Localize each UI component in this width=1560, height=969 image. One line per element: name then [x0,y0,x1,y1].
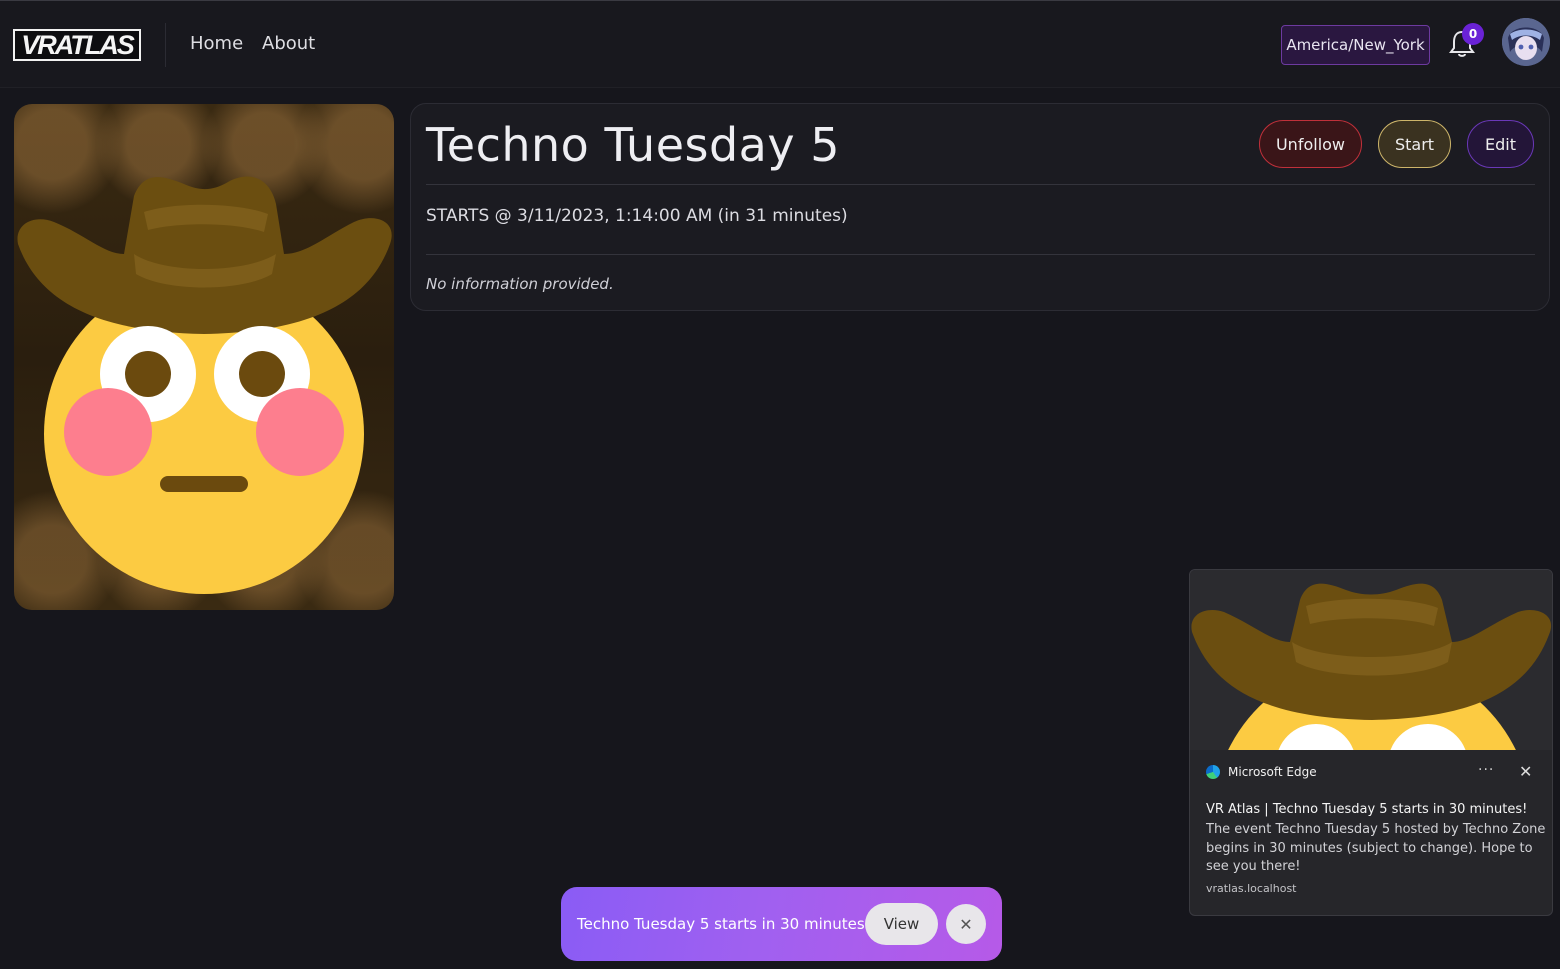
unfollow-button[interactable]: Unfollow [1259,120,1362,168]
notification-app-name: Microsoft Edge [1228,765,1317,779]
event-start-time: STARTS @ 3/11/2023, 1:14:00 AM (in 31 mi… [426,206,848,226]
edit-button[interactable]: Edit [1467,120,1534,168]
more-options-icon[interactable]: ··· [1478,762,1494,778]
event-title: Techno Tuesday 5 [426,118,840,172]
event-reminder-toast: Techno Tuesday 5 starts in 30 minutes! V… [561,887,1002,961]
description-divider [426,254,1535,255]
nav-link-home[interactable]: Home [190,33,243,54]
notification-count-badge: 0 [1462,23,1484,45]
close-icon[interactable]: ✕ [1519,762,1532,781]
notification-body: The event Techno Tuesday 5 hosted by Tec… [1206,822,1546,874]
toast-close-button[interactable]: ✕ [946,904,986,944]
start-button[interactable]: Start [1378,120,1451,168]
navbar: VRATLAS Home About America/New_York 0 [0,0,1560,88]
event-poster-image [14,104,394,610]
notification-hero-image [1190,570,1552,750]
nav-divider [165,23,166,67]
notification-title: VR Atlas | Techno Tuesday 5 starts in 30… [1206,802,1528,817]
toast-view-button[interactable]: View [865,903,938,945]
event-description: No information provided. [426,275,614,293]
nav-link-about[interactable]: About [262,33,315,54]
timezone-button[interactable]: America/New_York [1281,25,1430,65]
toast-message: Techno Tuesday 5 starts in 30 minutes! [577,915,871,933]
notification-source: vratlas.localhost [1206,882,1297,895]
edge-browser-icon [1206,765,1220,779]
notification-app-header: Microsoft Edge [1206,765,1317,779]
user-avatar[interactable] [1502,18,1550,66]
title-divider [426,184,1535,185]
edge-system-notification[interactable]: Microsoft Edge ··· ✕ VR Atlas | Techno T… [1189,569,1553,916]
event-details-card: Techno Tuesday 5 Unfollow Start Edit STA… [410,103,1550,311]
vratlas-logo[interactable]: VRATLAS [13,29,141,61]
